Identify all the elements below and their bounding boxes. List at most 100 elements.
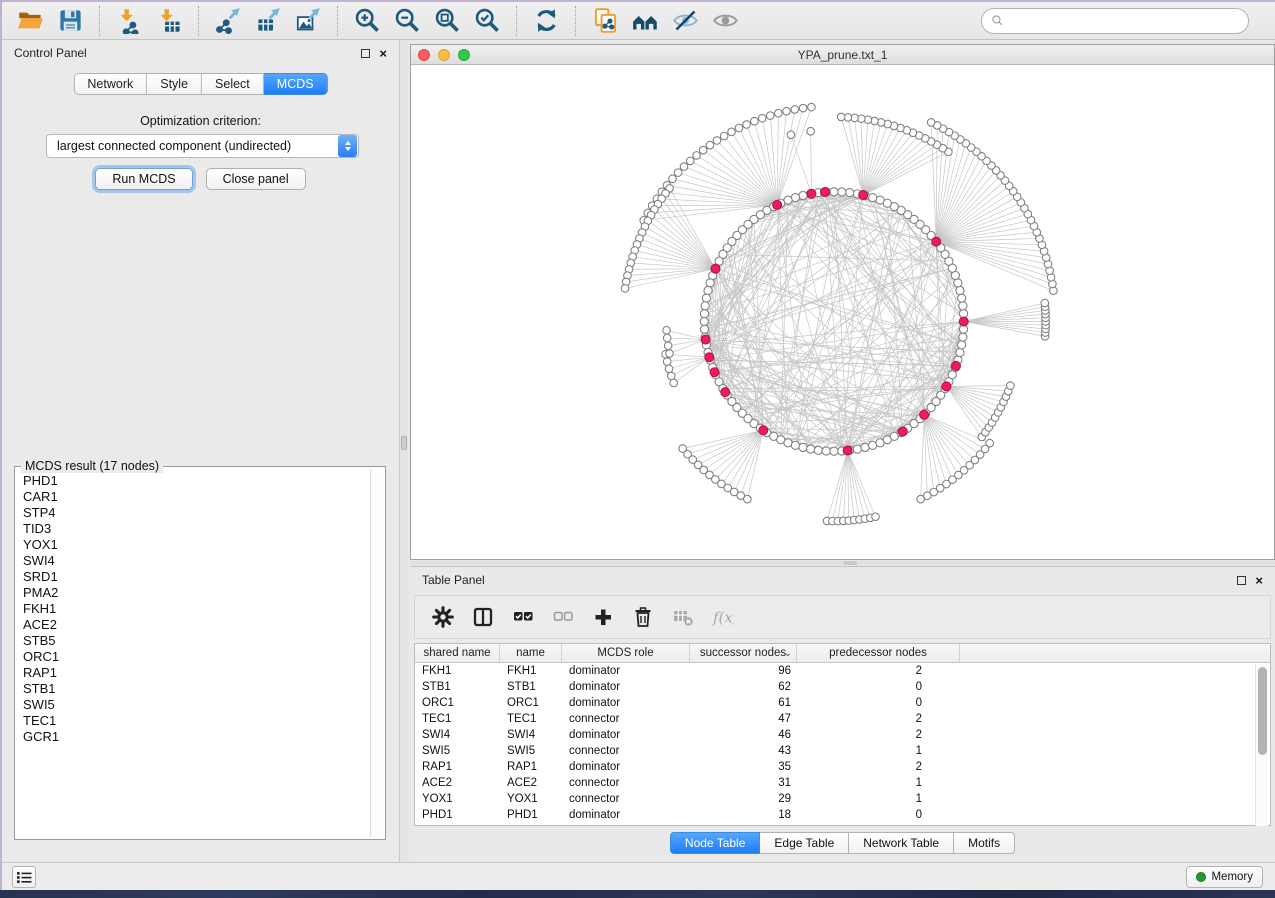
vertical-splitter[interactable] — [400, 40, 408, 862]
table-row[interactable]: SWI5SWI5connector431 — [415, 743, 1270, 759]
network-node[interactable] — [872, 513, 880, 521]
mcds-result-item[interactable]: GCR1 — [23, 729, 369, 745]
network-node[interactable] — [758, 114, 766, 122]
mcds-hub-node[interactable] — [920, 410, 929, 419]
mcds-hub-node[interactable] — [859, 191, 868, 200]
network-node[interactable] — [664, 342, 672, 350]
import-table-button[interactable] — [149, 4, 189, 38]
zoom-out-button[interactable] — [387, 4, 427, 38]
mcds-hub-node[interactable] — [898, 427, 907, 436]
network-node[interactable] — [674, 169, 682, 177]
column-header-MCDS-role[interactable]: MCDS role — [562, 644, 690, 662]
zoom-selected-button[interactable] — [467, 4, 507, 38]
tab-style[interactable]: Style — [147, 73, 202, 95]
network-node[interactable] — [621, 285, 629, 293]
delete-columns-button[interactable] — [625, 599, 661, 635]
table-row[interactable]: ORC1ORC1dominator610 — [415, 695, 1270, 711]
mcds-result-item[interactable]: STB1 — [23, 681, 369, 697]
network-node[interactable] — [700, 310, 708, 318]
network-node[interactable] — [958, 341, 966, 349]
table-settings-button[interactable] — [425, 599, 461, 635]
tab-select[interactable]: Select — [202, 73, 264, 95]
mcds-result-item[interactable]: CAR1 — [23, 489, 369, 505]
table-scrollbar-thumb[interactable] — [1258, 667, 1267, 755]
mcds-hub-node[interactable] — [721, 388, 730, 397]
network-node[interactable] — [986, 439, 994, 447]
network-node[interactable] — [669, 175, 677, 183]
hide-selected-button[interactable] — [665, 4, 705, 38]
network-node[interactable] — [869, 194, 877, 202]
table-row[interactable]: YOX1YOX1connector291 — [415, 791, 1270, 807]
column-header-name[interactable]: name — [500, 644, 562, 662]
mcds-hub-node[interactable] — [942, 382, 951, 391]
network-node[interactable] — [799, 443, 807, 451]
import-network-button[interactable] — [109, 4, 149, 38]
tab-mcds[interactable]: MCDS — [264, 73, 328, 95]
network-node[interactable] — [959, 333, 967, 341]
network-node[interactable] — [663, 326, 671, 334]
network-node[interactable] — [706, 141, 714, 149]
close-window-icon[interactable] — [418, 49, 430, 61]
network-node[interactable] — [700, 317, 708, 325]
memory-button[interactable]: Memory — [1186, 866, 1263, 888]
close-panel-button[interactable]: Close panel — [206, 168, 306, 190]
mcds-hub-node[interactable] — [773, 200, 782, 209]
network-node[interactable] — [837, 113, 845, 121]
network-node[interactable] — [751, 117, 759, 125]
splitter-handle[interactable] — [843, 561, 857, 565]
splitter-handle[interactable] — [401, 436, 407, 450]
network-node[interactable] — [720, 132, 728, 140]
network-node[interactable] — [830, 188, 838, 196]
column-header-successor-nodes[interactable]: successor nodes⌄ — [690, 644, 797, 662]
mcds-hub-node[interactable] — [807, 189, 816, 198]
deselect-all-rows-button[interactable] — [545, 599, 581, 635]
float-panel-icon[interactable] — [1237, 576, 1246, 585]
table-row[interactable]: ACE2ACE2connector311 — [415, 775, 1270, 791]
mcds-hub-node[interactable] — [701, 335, 710, 344]
mcds-result-item[interactable]: TEC1 — [23, 713, 369, 729]
mcds-hub-node[interactable] — [932, 237, 941, 246]
network-node[interactable] — [830, 447, 838, 455]
horizontal-splitter[interactable] — [410, 561, 1275, 565]
search-input[interactable] — [1010, 14, 1239, 28]
table-row[interactable]: STB1STB1dominator620 — [415, 679, 1270, 695]
network-node[interactable] — [775, 109, 783, 117]
mcds-result-item[interactable]: FKH1 — [23, 601, 369, 617]
network-node[interactable] — [956, 348, 964, 356]
mcds-hub-node[interactable] — [710, 368, 719, 377]
column-header-shared-name[interactable]: shared name — [415, 644, 500, 662]
table-row[interactable]: RAP1RAP1dominator352 — [415, 759, 1270, 775]
mcds-hub-node[interactable] — [705, 353, 714, 362]
network-node[interactable] — [704, 286, 712, 294]
network-node[interactable] — [783, 107, 791, 115]
network-node[interactable] — [799, 191, 807, 199]
first-neighbors-button[interactable] — [625, 4, 665, 38]
mcds-hub-node[interactable] — [759, 426, 768, 435]
network-graph[interactable] — [411, 66, 1274, 559]
tab-edge-table[interactable]: Edge Table — [760, 832, 849, 854]
zoom-in-button[interactable] — [347, 4, 387, 38]
network-node[interactable] — [927, 119, 935, 127]
network-node[interactable] — [846, 189, 854, 197]
zoom-fit-button[interactable] — [427, 4, 467, 38]
network-node[interactable] — [702, 294, 710, 302]
network-node[interactable] — [766, 112, 774, 120]
tab-network-table[interactable]: Network Table — [849, 832, 954, 854]
network-node[interactable] — [670, 379, 678, 387]
network-node[interactable] — [1041, 299, 1049, 307]
mcds-result-item[interactable]: SWI4 — [23, 553, 369, 569]
network-canvas[interactable] — [411, 66, 1274, 559]
network-node[interactable] — [700, 325, 708, 333]
close-panel-icon[interactable]: × — [1255, 576, 1263, 585]
table-row[interactable]: PHD1PHD1dominator180 — [415, 807, 1270, 823]
network-node[interactable] — [744, 495, 752, 503]
network-node[interactable] — [663, 358, 671, 366]
tab-node-table[interactable]: Node Table — [670, 832, 761, 854]
network-node[interactable] — [958, 294, 966, 302]
network-node[interactable] — [959, 302, 967, 310]
table-row[interactable]: FKH1FKH1dominator962 — [415, 663, 1270, 679]
export-image-button[interactable] — [288, 4, 328, 38]
network-node[interactable] — [787, 131, 795, 139]
network-node[interactable] — [713, 137, 721, 145]
network-node[interactable] — [699, 146, 707, 154]
